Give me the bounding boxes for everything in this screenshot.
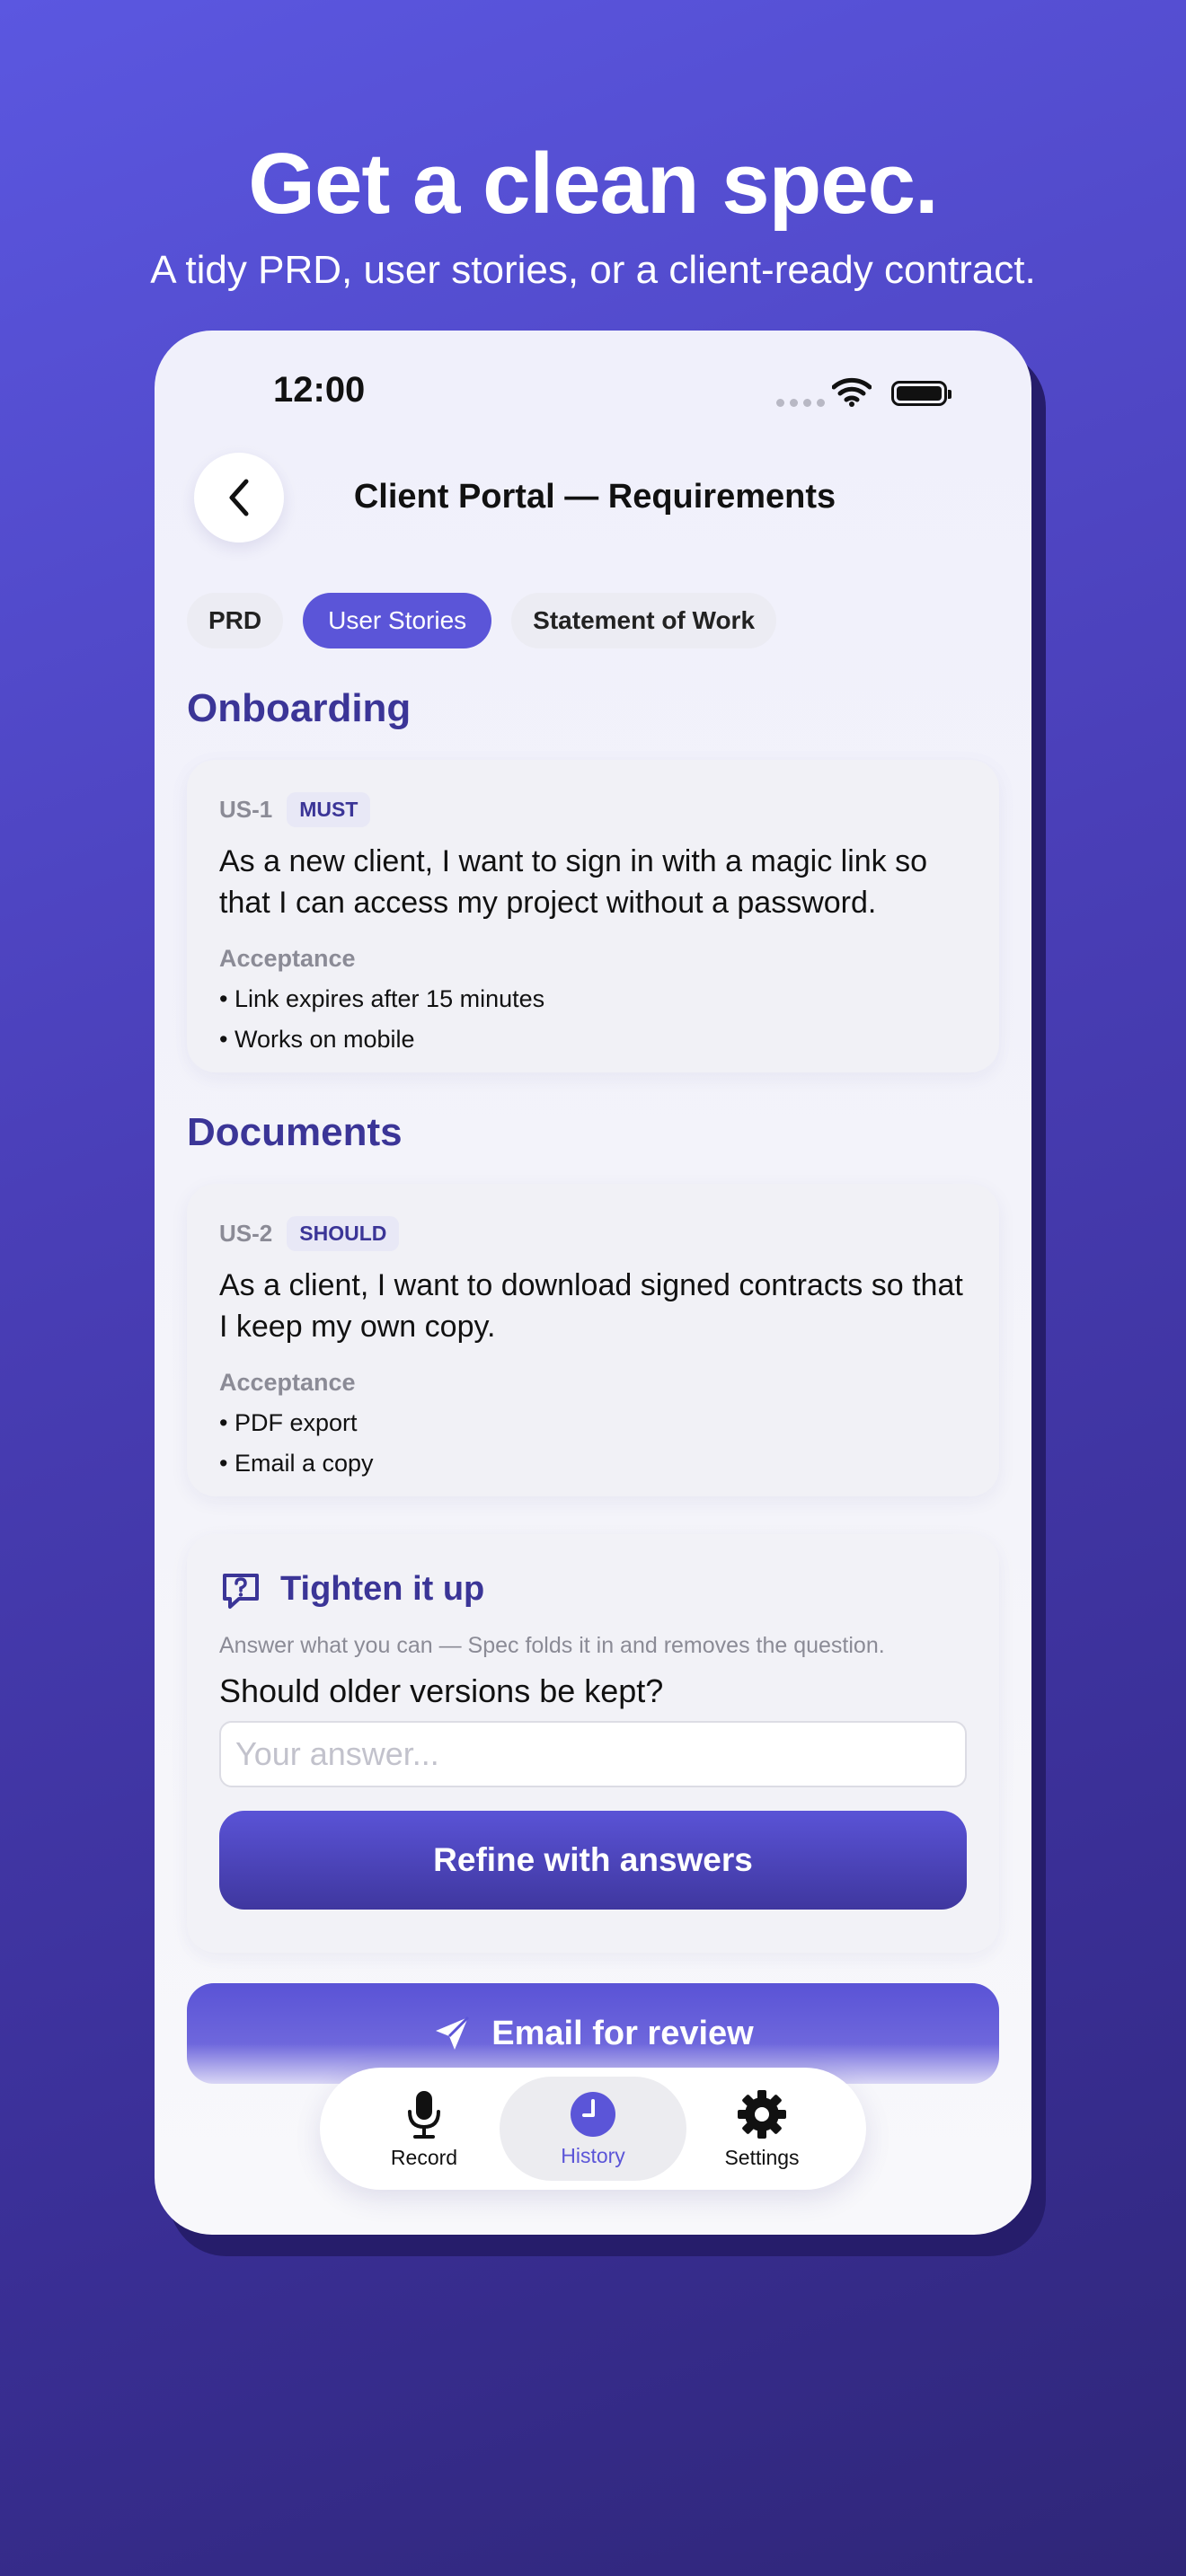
tighten-title: Tighten it up: [280, 1570, 485, 1608]
section-heading-documents: Documents: [187, 1110, 403, 1154]
tab-statement-of-work[interactable]: Statement of Work: [511, 593, 777, 648]
nav-label: Record: [390, 2145, 458, 2169]
acceptance-criterion: • Link expires after 15 minutes: [219, 985, 545, 1012]
clarifying-question: Should older versions be kept?: [219, 1672, 664, 1709]
wifi-icon: [832, 377, 872, 407]
page-title: Client Portal — Requirements: [353, 478, 836, 516]
acceptance-criterion: • Works on mobile: [219, 1026, 415, 1053]
story-text: As a client, I want to download signed c…: [219, 1268, 963, 1344]
nav-label: History: [561, 2143, 625, 2167]
email-button-label: Email for review: [491, 2014, 754, 2052]
cellular-signal-icon: [776, 399, 825, 407]
tab-user-stories[interactable]: User Stories: [303, 593, 492, 648]
section-heading-onboarding: Onboarding: [187, 686, 412, 730]
acceptance-criterion: • PDF export: [219, 1409, 358, 1436]
bottom-tab-bar: Record History Settings: [320, 2068, 866, 2190]
story-card-us-2[interactable]: US-2 SHOULD As a client, I want to downl…: [187, 1184, 999, 1496]
marketing-headline: Get a clean spec.: [248, 136, 938, 232]
nav-record[interactable]: Record: [331, 2077, 518, 2181]
battery-icon: [891, 381, 951, 406]
answer-input[interactable]: [219, 1721, 967, 1787]
question-bubble-icon: [223, 1574, 259, 1609]
clock-icon: [571, 2091, 615, 2137]
acceptance-label: Acceptance: [219, 1369, 356, 1396]
gear-icon: [738, 2089, 786, 2139]
status-time: 12:00: [273, 370, 366, 410]
back-button[interactable]: [194, 453, 284, 543]
tighten-panel: Tighten it up Answer what you can — Spec…: [187, 1534, 999, 1953]
refine-button[interactable]: Refine with answers: [219, 1811, 967, 1910]
story-card-us-1[interactable]: US-1 MUST As a new client, I want to sig…: [187, 760, 999, 1072]
chevron-left-icon: [229, 479, 249, 516]
nav-settings[interactable]: Settings: [668, 2077, 855, 2181]
priority-badge: SHOULD: [287, 1216, 400, 1251]
send-icon: [436, 2016, 470, 2050]
story-id: US-2: [219, 1220, 273, 1247]
doc-type-tabs: PRD User Stories Statement of Work: [187, 593, 777, 648]
nav-history[interactable]: History: [500, 2077, 686, 2181]
story-text: As a new client, I want to sign in with …: [219, 844, 928, 920]
acceptance-label: Acceptance: [219, 945, 356, 972]
tab-prd[interactable]: PRD: [187, 593, 284, 648]
tighten-help: Answer what you can — Spec folds it in a…: [219, 1633, 885, 1658]
phone-screen: 12:00 Client Portal — Requirements PRD U…: [155, 331, 1031, 2235]
priority-badge: MUST: [287, 792, 371, 827]
acceptance-criterion: • Email a copy: [219, 1450, 374, 1477]
nav-label: Settings: [724, 2145, 800, 2169]
marketing-subhead: A tidy PRD, user stories, or a client-re…: [150, 248, 1036, 292]
story-id: US-1: [219, 796, 273, 823]
microphone-icon: [408, 2090, 440, 2139]
